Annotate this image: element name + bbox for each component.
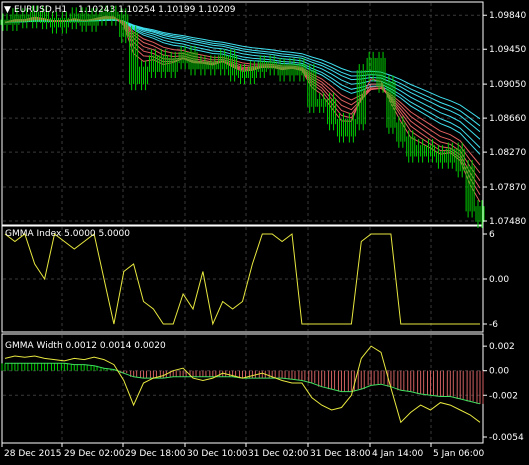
price-tick-label: 1.09450 — [489, 45, 526, 55]
time-tick-label: 29 Dec 18:00 — [125, 449, 186, 459]
time-tick-label: 5 Jan 06:00 — [433, 449, 485, 459]
time-tick-label: 29 Dec 02:00 — [64, 449, 125, 459]
index-tick-label: 6 — [489, 230, 495, 240]
symbol-arrow-icon[interactable]: ▼ — [4, 5, 11, 15]
gmma-index-title: GMMA Index 5.0000 5.0000 — [5, 229, 130, 239]
symbol-label: EURUSD,H1 — [14, 5, 67, 15]
price-tick-label: 1.07870 — [489, 183, 526, 193]
width-tick-label: 0.002 — [489, 342, 515, 352]
gmma-width-title: GMMA Width 0.0012 0.0014 0.0020 — [5, 341, 166, 351]
time-tick-label: 31 Dec 18:00 — [310, 449, 371, 459]
width-tick-label: 0.00 — [489, 367, 509, 377]
chart-canvas[interactable]: 1.09840 1.09450 1.09050 1.08660 1.08270 1.078… — [0, 0, 529, 465]
price-tick-label: 1.08660 — [489, 114, 526, 124]
ohlc-label: 1.10243 1.10254 1.10199 1.10209 — [78, 5, 236, 15]
index-tick-label: 0.00 — [489, 275, 509, 285]
time-tick-label: 4 Jan 14:00 — [372, 449, 424, 459]
price-tick-label: 1.07480 — [489, 217, 526, 227]
width-tick-label: -0.002 — [489, 391, 518, 401]
time-tick-label: 30 Dec 10:00 — [187, 449, 248, 459]
time-tick-label: 28 Dec 2015 — [4, 449, 62, 459]
index-tick-label: -6 — [489, 320, 498, 330]
price-tick-label: 1.09840 — [489, 11, 526, 21]
time-tick-label: 31 Dec 02:00 — [248, 449, 309, 459]
width-tick-label: -0.0054 — [489, 433, 524, 443]
price-tick-label: 1.09050 — [489, 80, 526, 90]
price-tick-label: 1.08270 — [489, 148, 526, 158]
